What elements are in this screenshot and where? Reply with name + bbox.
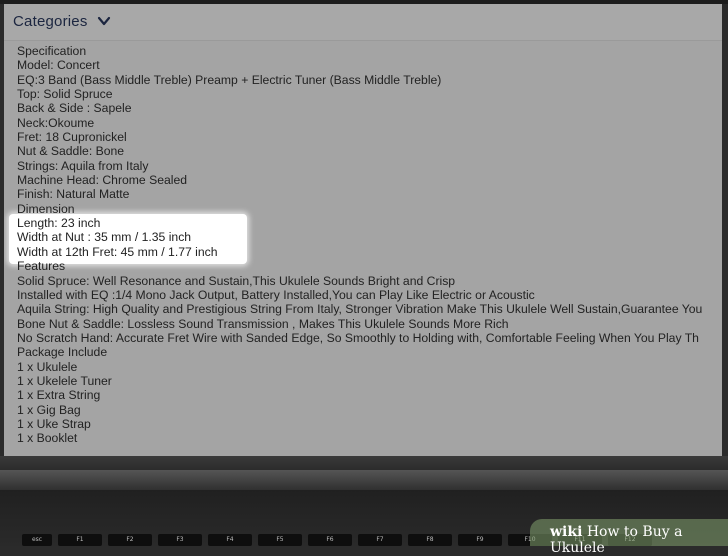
screen: Categories Specification Model: Concert EQ… xyxy=(4,4,722,456)
spec-line: 1 x Gig Bag xyxy=(17,402,81,417)
keyboard-key: F3 xyxy=(158,534,202,546)
categories-header[interactable]: Categories xyxy=(4,4,722,41)
spec-line: Dimension xyxy=(17,201,75,216)
spec-line: Solid Spruce: Well Resonance and Sustain… xyxy=(17,273,456,288)
specification-text: Specification Model: Concert EQ:3 Band (Ba… xyxy=(17,44,722,446)
spec-line: Fret: 18 Cupronickel xyxy=(17,130,127,145)
spec-line: Features xyxy=(17,259,66,274)
spec-line: Strings: Aquila from Italy xyxy=(17,158,149,173)
keyboard-key: F9 xyxy=(458,534,502,546)
spec-line: 1 x Booklet xyxy=(17,431,78,446)
spec-line: Model: Concert xyxy=(17,58,100,73)
keyboard-key: esc xyxy=(22,534,52,546)
spec-line: Neck:Okoume xyxy=(17,115,95,130)
categories-title[interactable]: Categories xyxy=(13,13,88,30)
keyboard-key: F5 xyxy=(258,534,302,546)
spec-line: Bone Nut & Saddle: Lossless Sound Transm… xyxy=(17,316,509,331)
spec-line: EQ:3 Band (Bass Middle Treble) Preamp + … xyxy=(17,72,442,87)
keyboard-key: F8 xyxy=(408,534,452,546)
chevron-down-icon[interactable] xyxy=(96,13,112,29)
spec-line: Machine Head: Chrome Sealed xyxy=(17,173,188,188)
spec-line: 1 x Uke Strap xyxy=(17,416,91,431)
keyboard-key: F4 xyxy=(208,534,252,546)
spec-line: Back & Side : Sapele xyxy=(17,101,132,116)
spec-line: No Scratch Hand: Accurate Fret Wire with… xyxy=(17,330,699,345)
spec-line: 1 x Ukulele xyxy=(17,359,78,374)
spec-line: 1 x Ukelele Tuner xyxy=(17,373,112,388)
spec-line: Length: 23 inch xyxy=(17,216,101,231)
watermark-brand: wiki xyxy=(550,524,583,540)
spec-line: Finish: Natural Matte xyxy=(17,187,130,202)
spec-line: Width at Nut : 35 mm / 1.35 inch xyxy=(17,230,192,245)
keyboard-key: F2 xyxy=(108,534,152,546)
spec-line: Specification xyxy=(17,44,87,58)
spec-line: Installed with EQ :1/4 Mono Jack Output,… xyxy=(17,287,535,302)
spec-line: Width at 12th Fret: 45 mm / 1.77 inch xyxy=(17,244,218,259)
spec-line: Package Include xyxy=(17,345,108,360)
laptop-hinge xyxy=(0,470,728,490)
keyboard-key: F7 xyxy=(358,534,402,546)
keyboard-key: F6 xyxy=(308,534,352,546)
spec-line: Nut & Saddle: Bone xyxy=(17,144,125,159)
spec-line: 1 x Extra String xyxy=(17,388,101,403)
spec-line: Aquila String: High Quality and Prestigi… xyxy=(17,302,703,317)
spec-line: Top: Solid Spruce xyxy=(17,87,113,102)
keyboard-key: F1 xyxy=(58,534,102,546)
watermark-text: wiki How to Buy a Ukulele xyxy=(550,524,728,556)
